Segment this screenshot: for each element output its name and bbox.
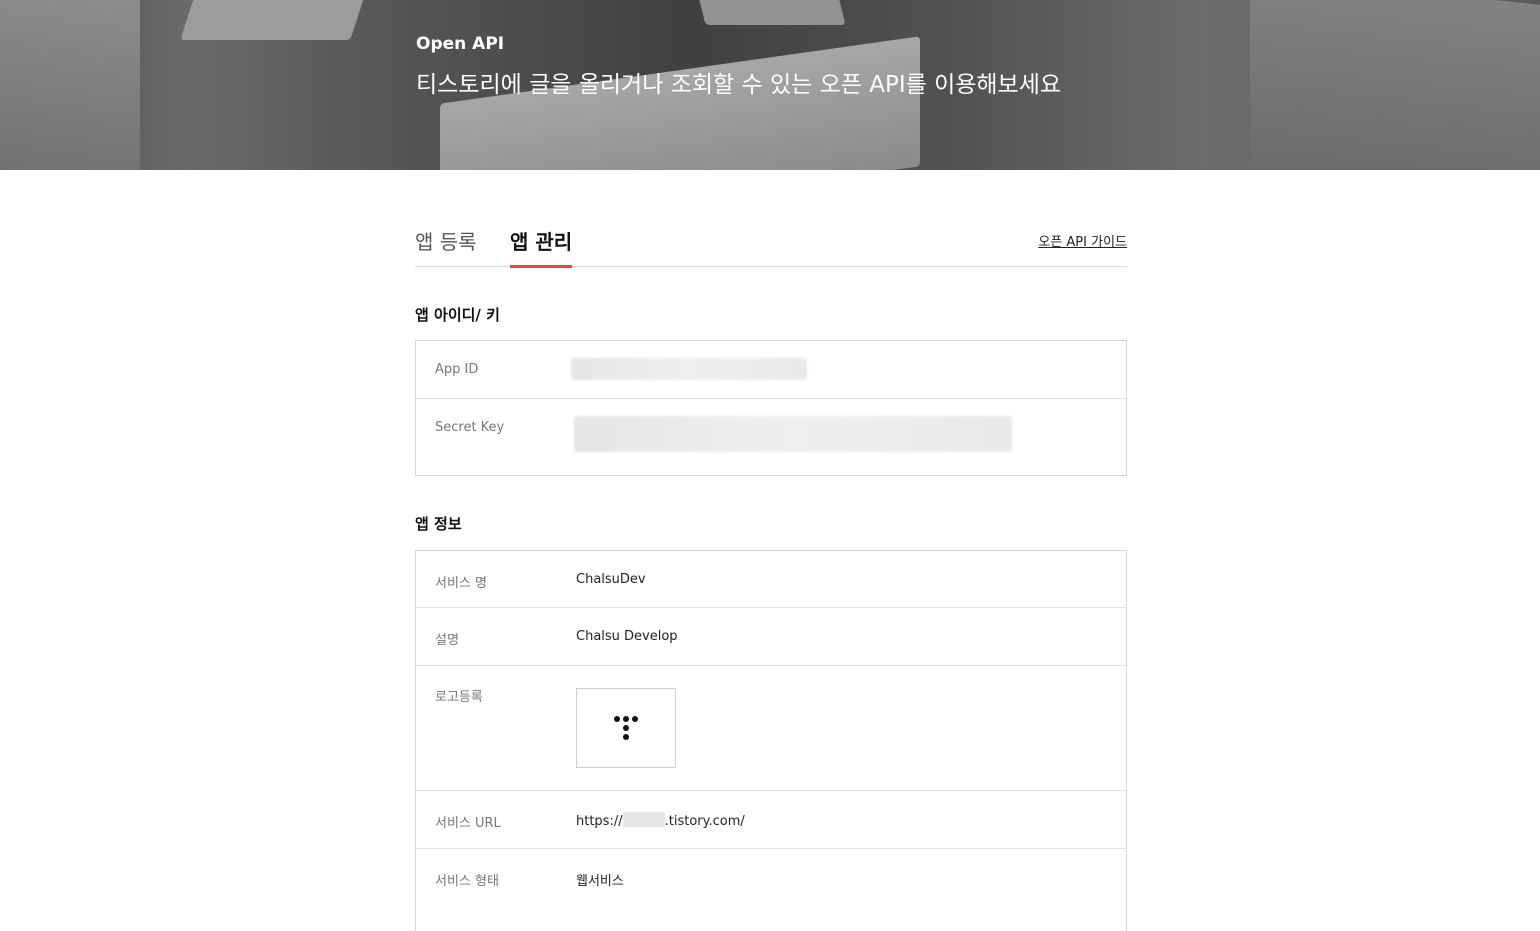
description-label: 설명: [435, 633, 459, 648]
service-url-prefix: https://: [576, 814, 623, 829]
tab-app-manage[interactable]: 앱 관리: [510, 226, 573, 268]
service-type-label: 서비스 형태: [435, 874, 499, 889]
app-id-value-redacted: [571, 358, 807, 380]
table-row: 설명 Chalsu Develop: [416, 608, 1126, 666]
tab-bar: 앱 등록 앱 관리 오픈 API 가이드: [415, 170, 1127, 268]
table-row: 서비스 명 ChalsuDev: [416, 551, 1126, 608]
secret-key-label: Secret Key: [435, 420, 505, 435]
secret-key-value-redacted: [574, 416, 1012, 452]
app-keys-table: App ID Secret Key: [415, 340, 1127, 476]
service-url-value[interactable]: https:// .tistory.com/: [576, 812, 745, 829]
table-row: 로고등록: [416, 666, 1126, 791]
app-id-label: App ID: [435, 362, 479, 377]
hero-banner: Open API 티스토리에 글을 올리거나 조회할 수 있는 오픈 API를 …: [0, 0, 1540, 170]
logo-register-label: 로고등록: [435, 690, 483, 705]
service-name-label: 서비스 명: [435, 576, 487, 591]
service-url-label: 서비스 URL: [435, 816, 501, 831]
hero-subtitle: 티스토리에 글을 올리거나 조회할 수 있는 오픈 API를 이용해보세요: [416, 72, 1062, 98]
description-value: Chalsu Develop: [576, 629, 678, 644]
table-row: 서비스 URL https:// .tistory.com/: [416, 791, 1126, 849]
service-type-value: 웹서비스: [576, 874, 624, 889]
table-row: Secret Key: [416, 399, 1126, 475]
main-content: 앱 등록 앱 관리 오픈 API 가이드 앱 아이디/ 키 App ID Sec…: [415, 170, 1127, 931]
table-row: 서비스 형태 웹서비스: [416, 849, 1126, 906]
app-info-table: 서비스 명 ChalsuDev 설명 Chalsu Develop 로고등록 서…: [415, 550, 1127, 931]
app-logo-thumbnail[interactable]: [576, 688, 676, 768]
app-info-section-title: 앱 정보: [415, 515, 462, 533]
app-keys-section-title: 앱 아이디/ 키: [415, 306, 500, 324]
hero-title: Open API: [416, 34, 505, 54]
tab-app-register[interactable]: 앱 등록: [415, 226, 477, 255]
service-url-redacted: [622, 812, 665, 827]
service-name-value: ChalsuDev: [576, 572, 646, 587]
table-row: App ID: [416, 341, 1126, 399]
service-url-suffix: .tistory.com/: [664, 814, 745, 829]
open-api-guide-link[interactable]: 오픈 API 가이드: [1038, 231, 1127, 250]
